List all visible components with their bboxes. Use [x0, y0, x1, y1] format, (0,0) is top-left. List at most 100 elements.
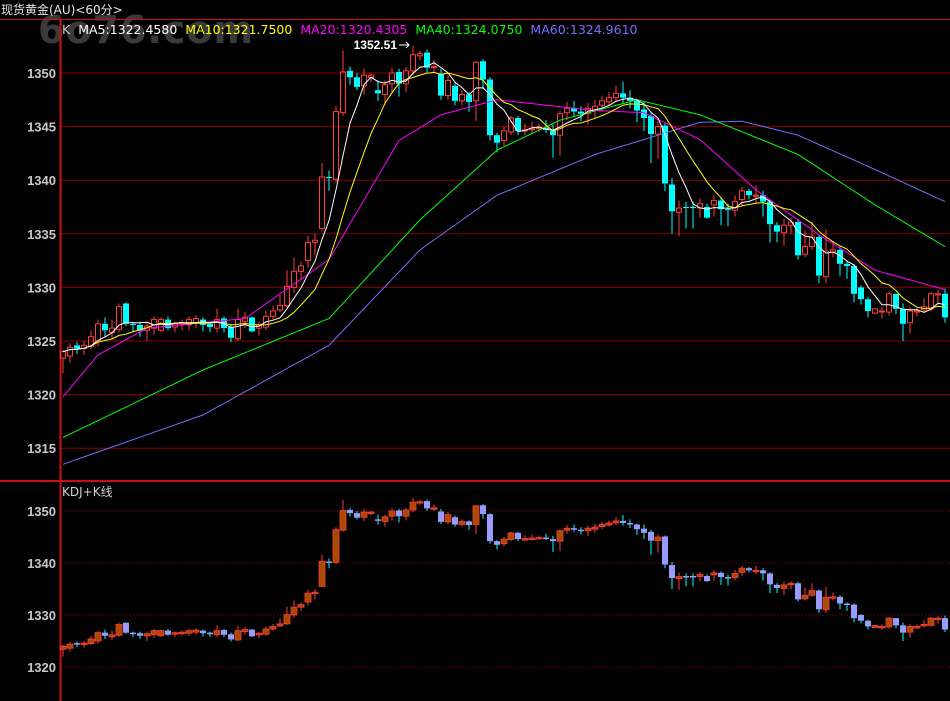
candle-body-down: [634, 100, 640, 111]
candle-body-down: [74, 643, 80, 645]
upper-candle: [109, 319, 115, 339]
candle-body-up: [382, 84, 388, 95]
candle-body-up: [787, 582, 795, 586]
lower-candle: [767, 572, 773, 594]
candle-body-up: [332, 529, 340, 563]
candlestick-chart[interactable]: 1315 1320 1325 1330 1335 1340 1345 1350 1320 1330…: [0, 0, 950, 701]
candle-body-up: [920, 623, 928, 627]
candle-body-up: [886, 293, 892, 313]
candle-body-up: [914, 310, 920, 313]
candle-body-down: [347, 509, 353, 514]
candle-body-up: [409, 501, 417, 511]
lower-candle: [829, 592, 837, 601]
upper-candle: [333, 106, 339, 183]
candle-body-up: [185, 630, 193, 634]
candle-body-up: [178, 631, 186, 635]
candle-body-down: [123, 303, 129, 324]
candle-body-down: [221, 630, 227, 635]
lower-candle: [381, 514, 389, 527]
candle-body-up: [928, 293, 934, 310]
legend-ma40: MA40:1324.0750: [415, 22, 523, 37]
candle-body-down: [767, 573, 773, 585]
candle-body-up: [431, 66, 437, 69]
upper-candle: [67, 343, 73, 363]
candle-body-down: [123, 622, 129, 633]
lower-candle: [74, 641, 80, 648]
lower-candle: [683, 573, 689, 587]
candle-body-down: [130, 632, 136, 635]
lower-candle: [375, 514, 381, 525]
lower-candle: [207, 631, 213, 637]
lower-candle: [738, 566, 746, 576]
candle-body-down: [746, 190, 752, 196]
lower-candle: [725, 574, 731, 586]
lower-candle: [388, 508, 396, 521]
upper-candle: [851, 263, 857, 303]
candle-body-down: [844, 263, 850, 266]
candle-body-down: [844, 603, 850, 606]
upper-candle: [74, 342, 80, 354]
candle-body-up: [311, 591, 319, 595]
upper-candle: [242, 312, 248, 329]
upper-candle: [501, 126, 507, 146]
upper-candle: [417, 50, 423, 61]
candle-body-down: [494, 541, 500, 545]
lower-candle: [150, 629, 158, 638]
candle-body-up: [885, 617, 893, 628]
lower-candle: [249, 629, 255, 637]
candle-body-up: [871, 625, 879, 628]
candle-body-up: [822, 596, 830, 611]
lower-candle: [332, 527, 340, 565]
candle-body-down: [648, 531, 654, 541]
candle-body-up: [738, 567, 746, 573]
candle-body-up: [270, 310, 276, 317]
candle-body-up: [430, 507, 438, 510]
upper-candle: [795, 218, 801, 260]
candle-body-up: [143, 633, 151, 637]
candle-body-down: [858, 615, 864, 621]
candle-body-down: [228, 634, 234, 640]
candle-body-up: [389, 72, 395, 85]
candle-body-down: [704, 576, 710, 582]
lower-candle: [367, 511, 375, 516]
lower-candle: [648, 529, 654, 555]
candle-body-up: [879, 310, 885, 313]
candle-body-up: [809, 236, 815, 248]
candle-body-down: [228, 327, 234, 338]
lower-candle: [662, 535, 668, 569]
candle-body-up: [262, 628, 270, 635]
lower-candle: [669, 561, 675, 589]
lower-candle: [906, 624, 914, 638]
candle-body-down: [774, 225, 780, 232]
candle-body-up: [473, 61, 479, 102]
candle-body-up: [696, 574, 704, 577]
candle-body-up: [304, 592, 312, 603]
lower-candle: [108, 630, 116, 640]
upper-y-tick-label: 1340: [27, 173, 56, 188]
lower-candle: [304, 590, 312, 606]
lower-candle: [262, 626, 270, 636]
candle-body-down: [746, 568, 752, 571]
upper-candle: [445, 75, 451, 100]
candle-body-up: [66, 643, 74, 649]
lower-candle: [605, 520, 613, 527]
candle-body-up: [935, 293, 941, 296]
lower-panel-label: KDJ+K线: [62, 485, 113, 499]
annotation-arrow-icon: [399, 41, 410, 49]
candle-body-up: [87, 638, 95, 644]
lower-candle: [920, 620, 928, 628]
upper-candle: [809, 222, 815, 250]
upper-y-tick-label: 1335: [27, 227, 56, 242]
candle-body-up: [360, 511, 368, 518]
upper-candle: [844, 261, 850, 279]
candle-body-down: [858, 287, 864, 300]
candle-body-up: [535, 537, 543, 540]
candle-body-up: [234, 630, 242, 641]
candle-body-up: [753, 194, 759, 197]
candle-body-up: [521, 538, 529, 541]
candle-body-down: [347, 70, 353, 78]
lower-candle: [787, 581, 795, 589]
candle-body-down: [515, 532, 521, 540]
legend-ma5: MA5:1322.4580: [78, 22, 178, 37]
upper-candle: [410, 46, 416, 76]
